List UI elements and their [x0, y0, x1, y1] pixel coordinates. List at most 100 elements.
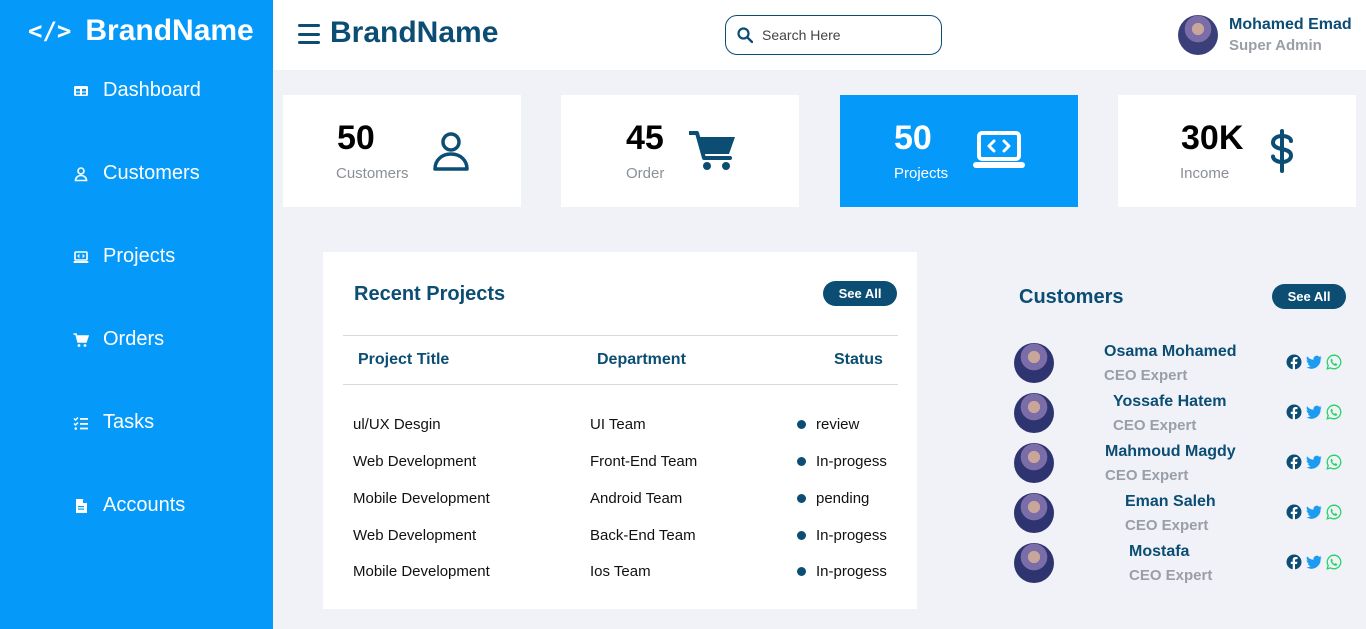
social-links — [1286, 554, 1342, 570]
column-header-project-title: Project Title — [358, 351, 450, 368]
column-header-department: Department — [597, 351, 686, 368]
search-input[interactable] — [762, 27, 922, 43]
avatar[interactable] — [1014, 443, 1054, 483]
department-cell: Back-End Team — [590, 527, 696, 544]
stat-label: Customers — [336, 165, 409, 182]
sidebar-item-label: Dashboard — [103, 79, 201, 101]
user-role: Super Admin — [1229, 37, 1322, 54]
column-header-status: Status — [834, 351, 883, 368]
department-cell: Android Team — [590, 490, 683, 507]
facebook-icon[interactable] — [1286, 354, 1302, 370]
code-icon: </> — [28, 17, 72, 45]
stat-label: Income — [1180, 165, 1230, 182]
user-name: Mohamed Emad — [1229, 16, 1352, 33]
sidebar-item-label: Projects — [103, 245, 176, 267]
project-title-cell: Web Development — [353, 453, 477, 470]
customer-name: Eman Saleh — [1125, 493, 1216, 510]
twitter-icon[interactable] — [1306, 554, 1322, 570]
facebook-icon[interactable] — [1286, 554, 1302, 570]
see-all-projects-button[interactable]: See All — [823, 281, 897, 306]
whatsapp-icon[interactable] — [1326, 454, 1342, 470]
whatsapp-icon[interactable] — [1326, 504, 1342, 520]
cart-icon — [73, 332, 89, 347]
social-links — [1286, 504, 1342, 520]
sidebar-item-customers[interactable]: Customers — [73, 162, 200, 185]
stat-label: Order — [626, 165, 665, 182]
department-cell: UI Team — [590, 416, 646, 433]
search-box[interactable] — [725, 15, 942, 55]
whatsapp-icon[interactable] — [1326, 354, 1342, 370]
sidebar-item-label: Tasks — [103, 411, 155, 433]
stat-card-customers[interactable]: 50 Customers — [283, 95, 521, 207]
sidebar-brand[interactable]: </> BrandName — [28, 14, 254, 48]
sidebar-item-projects[interactable]: Projects — [73, 245, 175, 268]
search-icon — [737, 27, 753, 43]
customer-name: Osama Mohamed — [1104, 343, 1237, 360]
avatar[interactable] — [1014, 493, 1054, 533]
sidebar-item-dashboard[interactable]: Dashboard — [73, 79, 201, 102]
customer-role: CEO Expert — [1125, 517, 1209, 534]
divider — [343, 384, 898, 385]
sidebar-item-label: Orders — [103, 328, 165, 350]
avatar[interactable] — [1178, 15, 1218, 55]
avatar[interactable] — [1014, 343, 1054, 383]
avatar[interactable] — [1014, 393, 1054, 433]
customer-name: Mahmoud Magdy — [1105, 443, 1236, 460]
status-cell: review — [816, 416, 860, 433]
status-dot — [797, 567, 806, 576]
customer-role: CEO Expert — [1105, 467, 1189, 484]
user-icon — [433, 132, 469, 171]
dashboard-icon — [74, 85, 88, 96]
twitter-icon[interactable] — [1306, 404, 1322, 420]
sidebar-item-tasks[interactable]: Tasks — [73, 411, 154, 434]
file-icon — [76, 498, 87, 513]
sidebar-item-accounts[interactable]: Accounts — [73, 494, 185, 517]
facebook-icon[interactable] — [1286, 504, 1302, 520]
user-icon — [74, 166, 88, 181]
stat-card-orders[interactable]: 45 Order — [561, 95, 799, 207]
twitter-icon[interactable] — [1306, 504, 1322, 520]
department-cell: Front-End Team — [590, 453, 698, 470]
cart-icon — [689, 131, 735, 170]
avatar[interactable] — [1014, 543, 1054, 583]
whatsapp-icon[interactable] — [1326, 404, 1342, 420]
recent-projects-panel: Recent Projects See All Project Title De… — [323, 252, 917, 609]
status-dot — [797, 457, 806, 466]
status-dot — [797, 531, 806, 540]
dollar-icon — [1270, 129, 1294, 173]
project-title-cell: Mobile Development — [353, 490, 490, 507]
status-cell: In-progess — [816, 527, 887, 544]
social-links — [1286, 354, 1342, 370]
header-brand[interactable]: BrandName — [330, 16, 498, 50]
project-title-cell: Mobile Development — [353, 563, 490, 580]
top-header: BrandName Mohamed Emad Super Admin — [273, 0, 1366, 70]
stat-card-projects[interactable]: 50 Projects — [840, 95, 1078, 207]
status-dot — [797, 494, 806, 503]
stat-value: 50 — [894, 119, 932, 157]
customer-role: CEO Expert — [1129, 567, 1213, 584]
status-cell: In-progess — [816, 563, 887, 580]
stat-value: 45 — [626, 119, 664, 157]
stat-card-income[interactable]: 30K Income — [1118, 95, 1356, 207]
facebook-icon[interactable] — [1286, 454, 1302, 470]
whatsapp-icon[interactable] — [1326, 554, 1342, 570]
status-cell: pending — [816, 490, 870, 507]
social-links — [1286, 404, 1342, 420]
stat-label: Projects — [894, 165, 949, 182]
tasks-icon — [73, 416, 88, 430]
customer-name: Yossafe Hatem — [1113, 393, 1227, 410]
facebook-icon[interactable] — [1286, 404, 1302, 420]
twitter-icon[interactable] — [1306, 454, 1322, 470]
menu-icon[interactable] — [298, 24, 320, 44]
twitter-icon[interactable] — [1306, 354, 1322, 370]
recent-projects-title: Recent Projects — [354, 283, 506, 305]
see-all-customers-button[interactable]: See All — [1272, 284, 1346, 309]
divider — [343, 335, 898, 336]
project-title-cell: ul/UX Desgin — [353, 416, 441, 433]
customer-role: CEO Expert — [1113, 417, 1197, 434]
sidebar-item-label: Customers — [103, 162, 200, 184]
customer-name: Mostafa — [1129, 543, 1190, 560]
sidebar-item-orders[interactable]: Orders — [73, 328, 164, 351]
sidebar: </> BrandName Dashboard Customers Projec… — [0, 0, 273, 629]
sidebar-brand-name: BrandName — [85, 14, 254, 47]
